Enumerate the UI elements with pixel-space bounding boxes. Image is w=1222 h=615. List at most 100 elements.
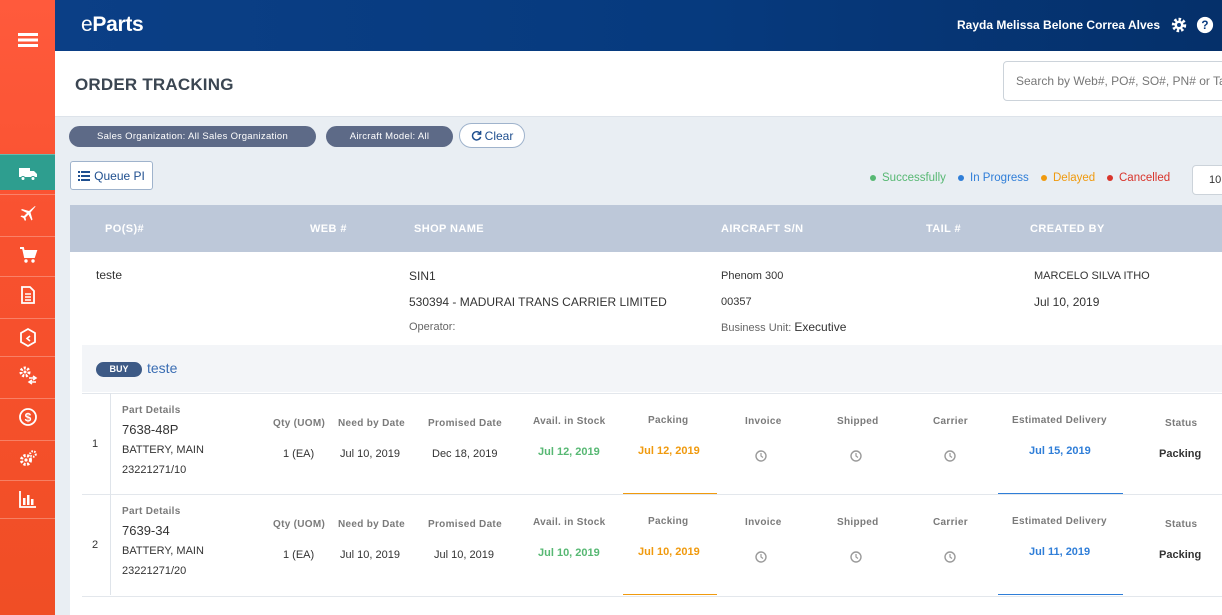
legend-dot <box>1107 175 1113 181</box>
order-name[interactable]: teste <box>147 360 177 376</box>
status-label: Status <box>1165 519 1198 530</box>
est-delivery-underline <box>998 594 1123 595</box>
sidebar-item-billing[interactable]: $ <box>0 398 55 434</box>
page-title: ORDER TRACKING <box>75 75 234 94</box>
col-po[interactable]: PO(S)# <box>105 223 144 235</box>
qty-label: Qty (UOM) <box>273 519 326 530</box>
truck-icon <box>18 167 37 181</box>
shop-name: SIN1 <box>409 269 436 283</box>
packing-label: Packing <box>648 415 689 426</box>
svg-text:$: $ <box>24 410 31 424</box>
avail-label: Avail. in Stock <box>533 517 606 528</box>
status-label: Status <box>1165 418 1198 429</box>
need-by-value: Jul 10, 2019 <box>340 549 400 561</box>
status-value: Packing <box>1159 549 1202 561</box>
box-return-icon <box>19 327 36 347</box>
sidebar: $ <box>0 0 55 615</box>
created-date: Jul 10, 2019 <box>1034 295 1100 309</box>
row-divider <box>82 494 1222 495</box>
col-shop-name[interactable]: SHOP NAME <box>414 223 484 235</box>
part-number[interactable]: 7638-48P <box>122 422 178 437</box>
est-delivery-label: Estimated Delivery <box>1012 516 1107 527</box>
order-subheader <box>82 345 1222 392</box>
cart-icon <box>19 246 37 263</box>
col-aircraft-sn[interactable]: AIRCRAFT S/N <box>721 223 803 235</box>
legend-dot <box>870 175 876 181</box>
airplane-icon <box>20 205 35 221</box>
document-icon <box>20 285 35 304</box>
row-divider <box>82 596 1222 597</box>
qty-label: Qty (UOM) <box>273 418 326 429</box>
legend-delayed: Delayed <box>1041 172 1095 184</box>
sidebar-item-exchange[interactable] <box>0 356 55 392</box>
order-type-badge: BUY <box>96 362 142 377</box>
clock-icon <box>850 551 862 563</box>
bar-chart-icon <box>18 490 36 508</box>
col-web[interactable]: WEB # <box>310 223 347 235</box>
queue-pi-button[interactable]: Queue PI <box>70 161 153 190</box>
row-divider <box>82 393 1222 394</box>
promised-label: Promised Date <box>428 418 502 429</box>
clock-icon <box>944 450 956 462</box>
row-number-divider <box>110 494 111 595</box>
part-description: BATTERY, MAIN <box>122 444 204 456</box>
legend-successfully: Successfully <box>870 172 946 184</box>
help-icon[interactable]: ? <box>1196 16 1214 34</box>
row-number-divider <box>110 393 111 494</box>
promised-value: Dec 18, 2019 <box>432 448 498 460</box>
gear-icon[interactable] <box>1170 16 1188 34</box>
carrier-label: Carrier <box>933 416 968 427</box>
invoice-label: Invoice <box>745 416 782 427</box>
part-reference: 23221271/20 <box>122 565 187 577</box>
queue-pi-label: Queue PI <box>94 168 145 183</box>
clock-icon <box>850 450 862 462</box>
sidebar-item-aog[interactable] <box>0 194 55 230</box>
created-by-name: MARCELO SILVA ITHO <box>1034 270 1150 282</box>
sidebar-item-documents[interactable] <box>0 276 55 312</box>
clear-filters-button[interactable]: Clear <box>459 123 525 148</box>
part-number[interactable]: 7639-34 <box>122 523 170 538</box>
avail-label: Avail. in Stock <box>533 416 606 427</box>
packing-underline <box>623 594 717 595</box>
packing-value: Jul 12, 2019 <box>638 445 700 457</box>
legend-cancelled: Cancelled <box>1107 172 1170 184</box>
sidebar-item-settings[interactable] <box>0 440 55 476</box>
qty-value: 1 (EA) <box>283 549 315 561</box>
part-details-label: Part Details <box>122 405 181 416</box>
gears-exchange-icon <box>19 366 37 385</box>
top-bar: eParts Rayda Melissa Belone Correa Alves… <box>55 0 1222 51</box>
qty-value: 1 (EA) <box>283 448 315 460</box>
order-po[interactable]: teste <box>96 268 122 282</box>
page-header: ORDER TRACKING <box>55 51 1222 117</box>
clock-icon <box>755 551 767 563</box>
line-number: 2 <box>92 539 99 551</box>
status-value: Packing <box>1159 448 1202 460</box>
svg-text:?: ? <box>1201 19 1208 32</box>
user-name[interactable]: Rayda Melissa Belone Correa Alves <box>957 18 1160 32</box>
col-tail[interactable]: TAIL # <box>926 223 961 235</box>
need-by-label: Need by Date <box>338 519 405 530</box>
carrier-label: Carrier <box>933 517 968 528</box>
shipped-label: Shipped <box>837 416 879 427</box>
aircraft-model: Phenom 300 <box>721 270 784 282</box>
est-delivery-label: Estimated Delivery <box>1012 415 1107 426</box>
need-by-label: Need by Date <box>338 418 405 429</box>
est-delivery-value: Jul 11, 2019 <box>1029 546 1091 558</box>
filter-aircraft-model[interactable]: Aircraft Model: All <box>326 126 453 147</box>
col-created-by[interactable]: CREATED BY <box>1030 223 1105 235</box>
menu-icon <box>17 33 38 47</box>
sidebar-item-cart[interactable] <box>0 236 55 272</box>
part-details-label: Part Details <box>122 506 181 517</box>
clear-label: Clear <box>484 128 514 143</box>
sidebar-item-returns[interactable] <box>0 318 55 354</box>
brand-logo[interactable]: eParts <box>81 13 144 37</box>
clock-icon <box>944 551 956 563</box>
sidebar-item-reports[interactable] <box>0 480 55 516</box>
filter-sales-organization[interactable]: Sales Organization: All Sales Organizati… <box>69 126 316 147</box>
page-size-select[interactable]: 10 <box>1192 165 1222 195</box>
dollar-icon: $ <box>18 407 37 426</box>
table-header: PO(S)# WEB # SHOP NAME AIRCRAFT S/N TAIL… <box>70 205 1222 252</box>
search-input[interactable] <box>1003 61 1222 101</box>
sidebar-item-order-tracking[interactable] <box>0 154 55 190</box>
menu-button[interactable] <box>0 0 55 80</box>
